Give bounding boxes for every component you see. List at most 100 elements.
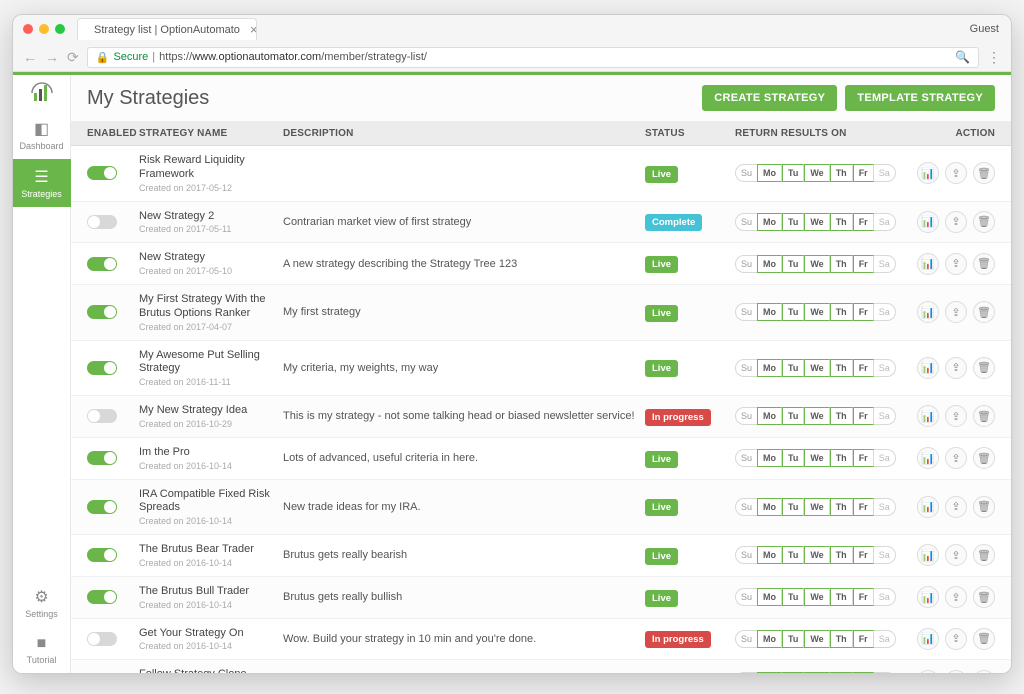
day-mo[interactable]: Mo [757, 255, 782, 273]
day-fr[interactable]: Fr [853, 359, 874, 377]
enabled-toggle[interactable] [87, 500, 117, 514]
delete-button[interactable]: 🗑 [973, 301, 995, 323]
day-sa[interactable]: Sa [874, 407, 896, 425]
delete-button[interactable]: 🗑 [973, 670, 995, 673]
enabled-toggle[interactable] [87, 451, 117, 465]
days-selector[interactable]: SuMoTuWeThFrSa [735, 359, 905, 377]
strategy-name[interactable]: My New Strategy Idea [139, 404, 279, 418]
publish-button[interactable]: ⇪ [945, 496, 967, 518]
day-su[interactable]: Su [735, 164, 757, 182]
enabled-toggle[interactable] [87, 409, 117, 423]
days-selector[interactable]: SuMoTuWeThFrSa [735, 449, 905, 467]
enabled-toggle[interactable] [87, 548, 117, 562]
day-tu[interactable]: Tu [782, 407, 804, 425]
delete-button[interactable]: 🗑 [973, 211, 995, 233]
day-su[interactable]: Su [735, 213, 757, 231]
tab-close-icon[interactable]: × [246, 22, 257, 37]
days-selector[interactable]: SuMoTuWeThFrSa [735, 303, 905, 321]
logo-icon[interactable] [30, 81, 54, 105]
sidebar-item-strategies[interactable]: ☰ Strategies [13, 159, 71, 207]
day-su[interactable]: Su [735, 255, 757, 273]
days-selector[interactable]: SuMoTuWeThFrSa [735, 255, 905, 273]
day-sa[interactable]: Sa [874, 164, 896, 182]
day-mo[interactable]: Mo [757, 672, 782, 673]
day-th[interactable]: Th [830, 546, 853, 564]
enabled-toggle[interactable] [87, 632, 117, 646]
day-su[interactable]: Su [735, 546, 757, 564]
enabled-toggle[interactable] [87, 305, 117, 319]
day-we[interactable]: We [804, 498, 829, 516]
view-results-button[interactable]: 📊 [917, 357, 939, 379]
publish-button[interactable]: ⇪ [945, 162, 967, 184]
day-we[interactable]: We [804, 213, 829, 231]
publish-button[interactable]: ⇪ [945, 301, 967, 323]
create-strategy-button[interactable]: CREATE STRATEGY [702, 85, 837, 111]
day-tu[interactable]: Tu [782, 498, 804, 516]
day-su[interactable]: Su [735, 498, 757, 516]
profile-label[interactable]: Guest [970, 23, 999, 35]
days-selector[interactable]: SuMoTuWeThFrSa [735, 630, 905, 648]
day-th[interactable]: Th [830, 359, 853, 377]
day-su[interactable]: Su [735, 630, 757, 648]
enabled-toggle[interactable] [87, 166, 117, 180]
delete-button[interactable]: 🗑 [973, 253, 995, 275]
day-tu[interactable]: Tu [782, 359, 804, 377]
day-su[interactable]: Su [735, 588, 757, 606]
day-fr[interactable]: Fr [853, 630, 874, 648]
day-fr[interactable]: Fr [853, 672, 874, 673]
publish-button[interactable]: ⇪ [945, 357, 967, 379]
day-tu[interactable]: Tu [782, 449, 804, 467]
day-th[interactable]: Th [830, 588, 853, 606]
day-mo[interactable]: Mo [757, 588, 782, 606]
view-results-button[interactable]: 📊 [917, 405, 939, 427]
day-sa[interactable]: Sa [874, 213, 896, 231]
enabled-toggle[interactable] [87, 361, 117, 375]
days-selector[interactable]: SuMoTuWeThFrSa [735, 407, 905, 425]
day-su[interactable]: Su [735, 449, 757, 467]
sidebar-item-tutorial[interactable]: ■ Tutorial [13, 627, 71, 673]
day-th[interactable]: Th [830, 498, 853, 516]
delete-button[interactable]: 🗑 [973, 447, 995, 469]
browser-tab[interactable]: Strategy list | OptionAutomato × [77, 18, 257, 40]
days-selector[interactable]: SuMoTuWeThFrSa [735, 164, 905, 182]
publish-button[interactable]: ⇪ [945, 586, 967, 608]
day-fr[interactable]: Fr [853, 164, 874, 182]
day-sa[interactable]: Sa [874, 498, 896, 516]
strategy-name[interactable]: Risk Reward Liquidity Framework [139, 154, 279, 182]
day-mo[interactable]: Mo [757, 213, 782, 231]
day-th[interactable]: Th [830, 449, 853, 467]
day-sa[interactable]: Sa [874, 672, 896, 673]
view-results-button[interactable]: 📊 [917, 670, 939, 673]
delete-button[interactable]: 🗑 [973, 162, 995, 184]
day-su[interactable]: Su [735, 407, 757, 425]
search-in-page-icon[interactable]: 🔍 [955, 50, 970, 64]
maximize-window-icon[interactable] [55, 24, 65, 34]
day-mo[interactable]: Mo [757, 449, 782, 467]
strategy-name[interactable]: New Strategy [139, 251, 279, 265]
days-selector[interactable]: SuMoTuWeThFrSa [735, 588, 905, 606]
day-fr[interactable]: Fr [853, 303, 874, 321]
day-we[interactable]: We [804, 672, 829, 673]
day-mo[interactable]: Mo [757, 164, 782, 182]
delete-button[interactable]: 🗑 [973, 628, 995, 650]
view-results-button[interactable]: 📊 [917, 447, 939, 469]
publish-button[interactable]: ⇪ [945, 544, 967, 566]
day-sa[interactable]: Sa [874, 303, 896, 321]
day-fr[interactable]: Fr [853, 546, 874, 564]
delete-button[interactable]: 🗑 [973, 357, 995, 379]
day-we[interactable]: We [804, 546, 829, 564]
day-we[interactable]: We [804, 407, 829, 425]
day-th[interactable]: Th [830, 255, 853, 273]
view-results-button[interactable]: 📊 [917, 544, 939, 566]
template-strategy-button[interactable]: TEMPLATE STRATEGY [845, 85, 995, 111]
publish-button[interactable]: ⇪ [945, 670, 967, 673]
delete-button[interactable]: 🗑 [973, 405, 995, 427]
sidebar-item-settings[interactable]: ⚙ Settings [13, 579, 71, 627]
day-fr[interactable]: Fr [853, 449, 874, 467]
publish-button[interactable]: ⇪ [945, 628, 967, 650]
enabled-toggle[interactable] [87, 215, 117, 229]
day-fr[interactable]: Fr [853, 255, 874, 273]
day-su[interactable]: Su [735, 359, 757, 377]
days-selector[interactable]: SuMoTuWeThFrSa [735, 213, 905, 231]
day-fr[interactable]: Fr [853, 407, 874, 425]
